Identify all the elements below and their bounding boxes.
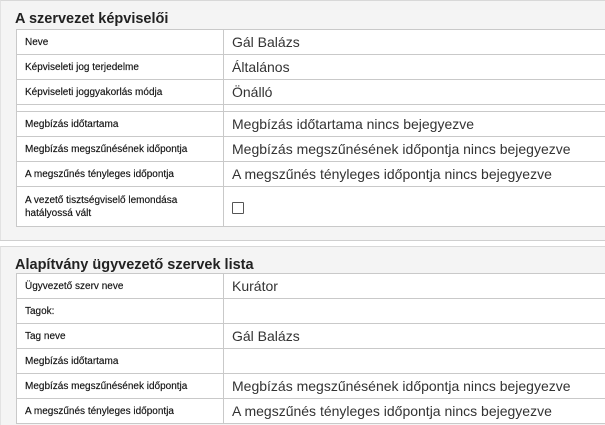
spacer-row [17,105,605,112]
table-row: Képviseleti joggyakorlás módja Önálló [17,80,605,105]
table-row: A megszűnés tényleges időpontja A megszű… [17,162,605,187]
row-label: A vezető tisztségviselő lemondása hatály… [17,187,224,227]
row-label: A megszűnés tényleges időpontja [17,399,224,424]
row-label: Megbízás időtartama [17,349,224,374]
row-label: Ügyvezető szerv neve [17,274,224,299]
row-value: A megszűnés tényleges időpontja nincs be… [224,399,605,424]
table-row: Megbízás időtartama Megbízás időtartama … [17,112,605,137]
row-label: A megszűnés tényleges időpontja [17,162,224,187]
row-value: Megbízás megszűnésének időpontja nincs b… [224,374,605,399]
row-value: Gál Balázs [224,30,605,55]
row-value [224,299,605,324]
row-label: Tag neve [17,324,224,349]
representatives-table: Neve Gál Balázs Képviseleti jog terjedel… [16,29,605,227]
section-title-representatives: A szervezet képviselői [15,10,168,28]
table-row: A megszűnés tényleges időpontja A megszű… [17,399,605,424]
row-label: Tagok: [17,299,224,324]
table-row: Tagok: [17,299,605,324]
row-label: Megbízás megszűnésének időpontja [17,374,224,399]
table-row: Tag neve Gál Balázs [17,324,605,349]
row-label: Képviseleti joggyakorlás módja [17,80,224,105]
row-value: Önálló [224,80,605,105]
row-value: Kurátor [224,274,605,299]
row-label: Megbízás megszűnésének időpontja [17,137,224,162]
table-row: Megbízás időtartama [17,349,605,374]
resignation-effective-checkbox[interactable] [232,202,244,214]
row-value: A megszűnés tényleges időpontja nincs be… [224,162,605,187]
table-row: Ügyvezető szerv neve Kurátor [17,274,605,299]
table-row: A vezető tisztségviselő lemondása hatály… [17,187,605,227]
row-value: Megbízás megszűnésének időpontja nincs b… [224,137,605,162]
row-value [224,187,605,227]
table-row: Megbízás megszűnésének időpontja Megbízá… [17,374,605,399]
representatives-panel: A szervezet képviselői Neve Gál Balázs K… [0,0,605,241]
table-row: Képviseleti jog terjedelme Általános [17,55,605,80]
row-label: Megbízás időtartama [17,112,224,137]
table-row: Megbízás megszűnésének időpontja Megbízá… [17,137,605,162]
row-label: Neve [17,30,224,55]
section-title-management-bodies: Alapítvány ügyvezető szervek lista [15,256,254,274]
management-bodies-table: Ügyvezető szerv neve Kurátor Tagok: Tag … [16,273,605,424]
row-label: Képviseleti jog terjedelme [17,55,224,80]
table-row: Neve Gál Balázs [17,30,605,55]
management-bodies-panel: Alapítvány ügyvezető szervek lista Ügyve… [0,246,605,425]
row-value [224,349,605,374]
row-value: Általános [224,55,605,80]
row-value: Gál Balázs [224,324,605,349]
row-value: Megbízás időtartama nincs bejegyezve [224,112,605,137]
